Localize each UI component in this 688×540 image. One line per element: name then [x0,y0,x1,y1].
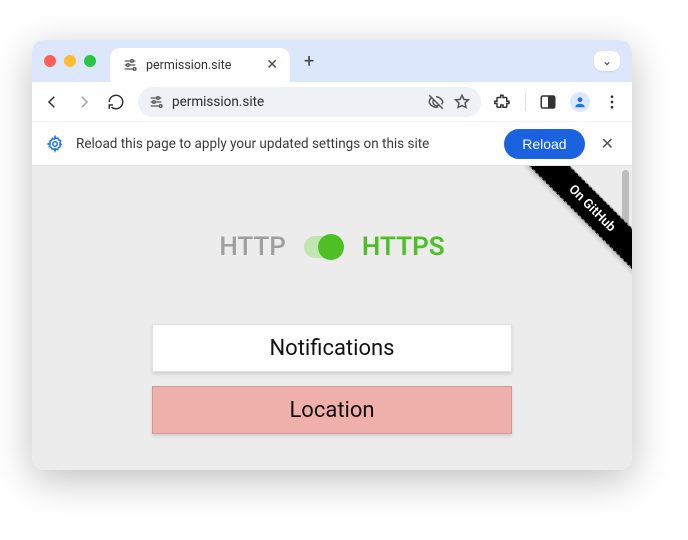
tune-icon [122,57,138,73]
settings-infobar: Reload this page to apply your updated s… [32,122,632,166]
location-button[interactable]: Location [152,386,512,434]
github-ribbon-link[interactable]: On GitHub [515,166,632,285]
close-tab-icon[interactable]: ✕ [266,57,278,73]
http-label: HTTP [219,232,286,262]
https-toggle-switch[interactable] [304,236,344,258]
chevron-down-icon: ⌄ [602,54,612,68]
permission-buttons: Notifications Location [32,324,632,434]
tab-title: permission.site [146,58,258,73]
toolbar-separator [525,93,526,111]
address-bar[interactable]: permission.site [138,87,481,117]
fullscreen-window-button[interactable] [84,55,96,67]
tune-icon [148,94,164,110]
tab-strip: permission.site ✕ + ⌄ [32,40,632,82]
browser-window: permission.site ✕ + ⌄ permission.site [32,40,632,470]
tab-active[interactable]: permission.site ✕ [110,48,290,82]
window-controls [44,55,96,67]
bookmark-star-icon[interactable] [453,93,471,111]
extensions-icon[interactable] [493,92,513,112]
new-tab-button[interactable]: + [298,51,320,72]
back-button[interactable] [42,92,62,112]
window-menu-button[interactable]: ⌄ [594,51,620,71]
infobar-reload-button[interactable]: Reload [504,129,584,159]
gear-icon [46,135,64,153]
notifications-button[interactable]: Notifications [152,324,512,372]
browser-toolbar: permission.site [32,82,632,122]
forward-button[interactable] [74,92,94,112]
minimize-window-button[interactable] [64,55,76,67]
reload-button[interactable] [106,92,126,112]
close-window-button[interactable] [44,55,56,67]
kebab-menu-icon[interactable] [602,92,622,112]
protocol-toggle: HTTP HTTPS [32,232,632,262]
infobar-message: Reload this page to apply your updated s… [76,136,492,152]
profile-avatar[interactable] [570,92,590,112]
https-label: HTTPS [362,232,445,262]
incognito-off-icon[interactable] [427,93,445,111]
sidepanel-icon[interactable] [538,92,558,112]
close-icon[interactable]: ✕ [597,134,618,153]
page-content: On GitHub HTTP HTTPS Notifications Locat… [32,166,632,470]
url-text: permission.site [172,94,419,110]
